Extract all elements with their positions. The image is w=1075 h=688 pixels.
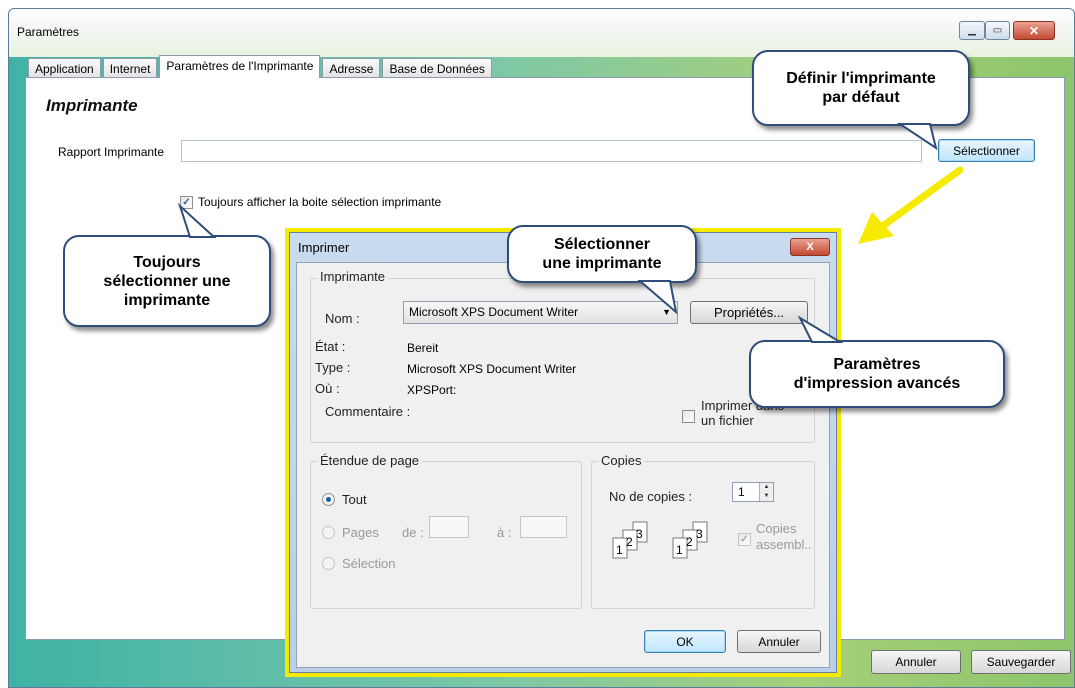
tab-internet[interactable]: Internet (102, 58, 158, 77)
copies-group-label: Copies (598, 453, 645, 468)
close-button[interactable]: ✕ (1013, 21, 1055, 40)
tab-address[interactable]: Adresse (322, 58, 381, 77)
save-button[interactable]: Sauvegarder (971, 650, 1071, 674)
minimize-button[interactable]: ▁ (959, 21, 985, 40)
printer-group-label: Imprimante (317, 269, 389, 284)
page-range-label: Étendue de page (317, 453, 423, 468)
printer-name-select[interactable]: Microsoft XPS Document Writer ▼ (403, 301, 678, 324)
range-pages-label: Pages (342, 525, 379, 540)
copies-count-input[interactable]: 1 ▲ ▼ (732, 482, 774, 502)
range-from-input[interactable] (429, 516, 469, 538)
where-value: XPSPort: (407, 383, 457, 397)
name-label: Nom : (325, 311, 360, 326)
svg-text:3: 3 (636, 527, 643, 541)
cancel-button[interactable]: Annuler (871, 650, 961, 674)
svg-text:2: 2 (626, 535, 633, 549)
printer-name-value: Microsoft XPS Document Writer (409, 305, 579, 319)
comment-label: Commentaire : (325, 404, 411, 419)
print-dialog: Imprimer X Imprimante Nom : Microsoft XP… (289, 232, 837, 673)
window-title: Paramètres (17, 25, 80, 39)
print-dialog-body: Imprimante Nom : Microsoft XPS Document … (296, 262, 830, 668)
collate-label: Copies assembl.. (756, 521, 812, 552)
always-show-checkbox[interactable]: ✓ (180, 196, 193, 209)
collated-pages-icon-2: 3 2 1 (672, 521, 708, 559)
svg-text:3: 3 (696, 527, 703, 541)
copies-count-value: 1 (738, 485, 745, 499)
range-all-label: Tout (342, 492, 367, 507)
range-to-input[interactable] (520, 516, 567, 538)
type-value: Microsoft XPS Document Writer (407, 362, 577, 376)
report-printer-label: Rapport Imprimante (58, 145, 165, 159)
range-selection-radio[interactable] (322, 557, 335, 570)
ok-button[interactable]: OK (644, 630, 726, 653)
dialog-cancel-button[interactable]: Annuler (737, 630, 821, 653)
tab-bar: Application Internet Paramètres de l'Imp… (28, 55, 494, 78)
range-to-label: à : (497, 525, 512, 540)
type-label: Type : (315, 360, 351, 375)
status-value: Bereit (407, 341, 439, 355)
maximize-icon: ▭ (992, 25, 1003, 36)
callout-always-select: Toujours sélectionner une imprimante (63, 235, 271, 327)
checkmark-icon: ✓ (740, 534, 749, 545)
properties-button[interactable]: Propriétés... (690, 301, 808, 324)
select-printer-button[interactable]: Sélectionner (938, 139, 1035, 162)
chevron-down-icon: ▼ (662, 307, 671, 317)
checkmark-icon: ✓ (182, 197, 191, 208)
callout-advanced-settings: Paramètres d'impression avancés (749, 340, 1005, 408)
range-pages-radio[interactable] (322, 526, 335, 539)
minimize-icon: ▁ (968, 25, 976, 36)
range-from-label: de : (402, 525, 424, 540)
svg-text:2: 2 (686, 535, 693, 549)
tab-application[interactable]: Application (28, 58, 101, 77)
collate-checkbox[interactable]: ✓ (738, 533, 751, 546)
tab-database[interactable]: Base de Données (382, 58, 492, 77)
report-printer-input[interactable] (181, 140, 922, 162)
always-show-label: Toujours afficher la boite sélection imp… (198, 195, 442, 209)
copies-count-label: No de copies : (609, 489, 693, 504)
range-all-radio[interactable] (322, 493, 335, 506)
spinner-arrows-icon[interactable]: ▲ ▼ (759, 483, 773, 501)
collated-pages-icon: 3 2 1 (612, 521, 648, 559)
callout-select-printer: Sélectionner une imprimante (507, 225, 697, 283)
section-title: Imprimante (46, 96, 138, 115)
tab-printer-settings[interactable]: Paramètres de l'Imprimante (159, 55, 321, 78)
print-dialog-close-button[interactable]: X (790, 238, 830, 256)
svg-text:1: 1 (616, 543, 623, 557)
print-dialog-title: Imprimer (298, 240, 350, 255)
svg-text:1: 1 (676, 543, 683, 557)
callout-default-printer: Définir l'imprimante par défaut (752, 50, 970, 126)
status-label: État : (315, 339, 346, 354)
where-label: Où : (315, 381, 340, 396)
print-to-file-checkbox[interactable] (682, 410, 695, 423)
close-icon: X (806, 241, 814, 253)
maximize-button[interactable]: ▭ (985, 21, 1010, 40)
close-icon: ✕ (1028, 23, 1040, 38)
range-selection-label: Sélection (342, 556, 396, 571)
